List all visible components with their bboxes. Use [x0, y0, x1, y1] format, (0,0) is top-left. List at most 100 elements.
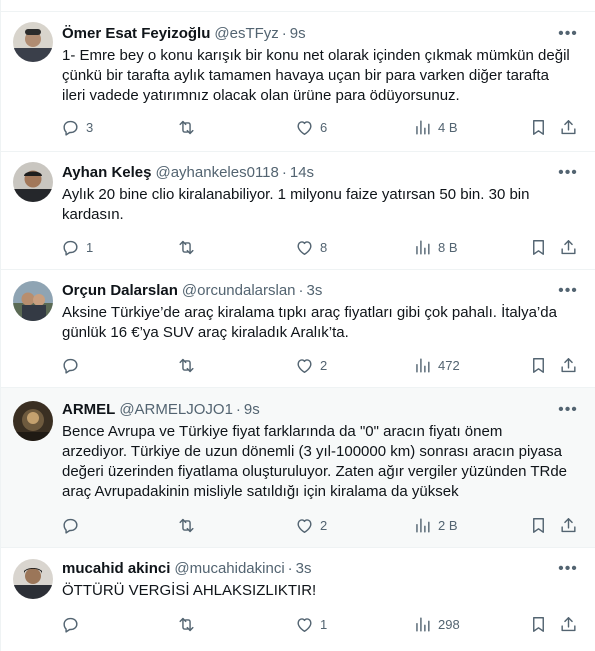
action-bar: 2 2 B [59, 514, 584, 536]
tweet-header: Ayhan Keleş @ayhankeles0118 · 14s [62, 163, 314, 183]
like-count: 6 [320, 119, 328, 135]
separator-dot: · [281, 164, 287, 181]
timestamp[interactable]: 9s [244, 401, 260, 418]
views-count: 8 B [438, 239, 458, 255]
bookmark-icon [533, 357, 544, 373]
views-icon [416, 357, 430, 373]
like-button[interactable]: 1 [295, 613, 327, 635]
retweet-icon [179, 358, 194, 372]
tweet-text: Aylık 20 bine clio kiralanabiliyor. 1 mi… [62, 185, 582, 225]
like-icon [297, 617, 312, 632]
reply-icon [63, 240, 78, 256]
reply-count: 3 [86, 119, 94, 135]
reply-button[interactable]: 3 [61, 116, 93, 138]
tweet-text: ÖTTÜRÜ VERGİSİ AHLAKSIZLIKTIR! [62, 581, 582, 601]
display-name[interactable]: Ömer Esat Feyizoğlu [62, 25, 210, 42]
views-button[interactable]: 4 B [413, 116, 458, 138]
views-count: 472 [438, 357, 460, 373]
tweet-header: mucahid akinci @mucahidakinci · 3s [62, 559, 312, 579]
tweet[interactable]: mucahid akinci @mucahidakinci · 3s ••• ÖTTÜ… [1, 548, 595, 651]
reply-feed: Ömer Esat Feyizoğlu @esTFyz · 9s ••• 1- Emr… [0, 0, 595, 651]
action-bar: 2 472 [59, 354, 584, 376]
retweet-button[interactable] [177, 236, 202, 258]
avatar[interactable] [13, 401, 53, 441]
retweet-icon [179, 240, 194, 254]
share-button[interactable] [559, 236, 578, 258]
more-icon[interactable]: ••• [558, 281, 578, 301]
reply-button[interactable]: 1 [61, 236, 93, 258]
tweet-text-line: araç Avrupadakinin misliyle satıldığı iç… [62, 483, 459, 500]
display-name[interactable]: ARMEL [62, 401, 115, 418]
share-button[interactable] [559, 514, 578, 536]
views-button[interactable]: 298 [413, 613, 460, 635]
bookmark-button[interactable] [529, 236, 548, 258]
tweet-header: Orçun Dalarslan @orcundalarslan · 3s [62, 281, 322, 301]
retweet-button[interactable] [177, 116, 202, 138]
avatar[interactable] [13, 281, 53, 321]
reply-icon [63, 617, 78, 633]
timestamp[interactable]: 9s [290, 25, 306, 42]
action-bar: 1 298 [59, 613, 584, 635]
reply-button[interactable] [61, 514, 86, 536]
user-handle[interactable]: @mucahidakinci [174, 560, 284, 577]
separator-dot: · [281, 25, 287, 42]
separator-dot: · [287, 560, 293, 577]
avatar[interactable] [13, 22, 53, 62]
more-icon[interactable]: ••• [558, 24, 578, 44]
more-icon[interactable]: ••• [558, 559, 578, 579]
views-button[interactable]: 8 B [413, 236, 458, 258]
views-count: 4 B [438, 119, 458, 135]
share-button[interactable] [559, 613, 578, 635]
reply-button[interactable] [61, 354, 86, 376]
retweet-button[interactable] [177, 514, 202, 536]
reply-count: 1 [86, 239, 94, 255]
bookmark-button[interactable] [529, 613, 548, 635]
share-button[interactable] [559, 354, 578, 376]
share-icon [561, 119, 576, 134]
tweet-text-line: 1- Emre bey o konu karışık bir konu net … [62, 47, 570, 64]
avatar[interactable] [13, 559, 53, 599]
tweet-text-line: değeri üzerinden fiyatlama oluşturuluyor… [62, 463, 568, 480]
tweet-text: Bence Avrupa ve Türkiye fiyat farklarınd… [62, 422, 582, 502]
like-button[interactable]: 2 [295, 354, 327, 376]
tweet[interactable]: Ayhan Keleş @ayhankeles0118 · 14s ••• Aylık… [1, 152, 595, 270]
timestamp[interactable]: 14s [290, 164, 314, 181]
retweet-icon [179, 120, 194, 134]
reply-button[interactable] [61, 613, 86, 635]
more-icon[interactable]: ••• [558, 163, 578, 183]
tweet-text: Aksine Türkiye’de araç kiralama tıpkı ar… [62, 303, 582, 343]
display-name[interactable]: Orçun Dalarslan [62, 282, 178, 299]
bookmark-icon [533, 517, 544, 533]
tweet[interactable]: Ömer Esat Feyizoğlu @esTFyz · 9s ••• 1- Emr… [1, 12, 595, 152]
bookmark-icon [533, 616, 544, 632]
share-icon [561, 239, 576, 254]
views-count: 2 B [438, 517, 458, 533]
bookmark-icon [533, 119, 544, 135]
display-name[interactable]: Ayhan Keleş [62, 164, 151, 181]
tweet[interactable]: Orçun Dalarslan @orcundalarslan · 3s ••• Ak… [1, 270, 595, 388]
user-handle[interactable]: @esTFyz [214, 25, 278, 42]
user-handle[interactable]: @orcundalarslan [182, 282, 296, 299]
user-handle[interactable]: @ARMELJOJO1 [119, 401, 233, 418]
timestamp[interactable]: 3s [307, 282, 323, 299]
timestamp[interactable]: 3s [296, 560, 312, 577]
bookmark-button[interactable] [529, 354, 548, 376]
retweet-button[interactable] [177, 354, 202, 376]
bookmark-button[interactable] [529, 116, 548, 138]
views-icon [416, 517, 430, 533]
tweet[interactable]: ARMEL @ARMELJOJO1 · 9s ••• Bence Avrupa ve … [1, 388, 595, 548]
display-name[interactable]: mucahid akinci [62, 560, 170, 577]
views-button[interactable]: 472 [413, 354, 460, 376]
like-icon [297, 240, 312, 255]
retweet-button[interactable] [177, 613, 202, 635]
bookmark-button[interactable] [529, 514, 548, 536]
user-handle[interactable]: @ayhankeles0118 [155, 164, 278, 181]
avatar[interactable] [13, 162, 53, 202]
like-button[interactable]: 6 [295, 116, 327, 138]
like-button[interactable]: 2 [295, 514, 327, 536]
like-icon [297, 518, 312, 533]
more-icon[interactable]: ••• [558, 400, 578, 420]
like-button[interactable]: 8 [295, 236, 327, 258]
share-button[interactable] [559, 116, 578, 138]
views-button[interactable]: 2 B [413, 514, 458, 536]
